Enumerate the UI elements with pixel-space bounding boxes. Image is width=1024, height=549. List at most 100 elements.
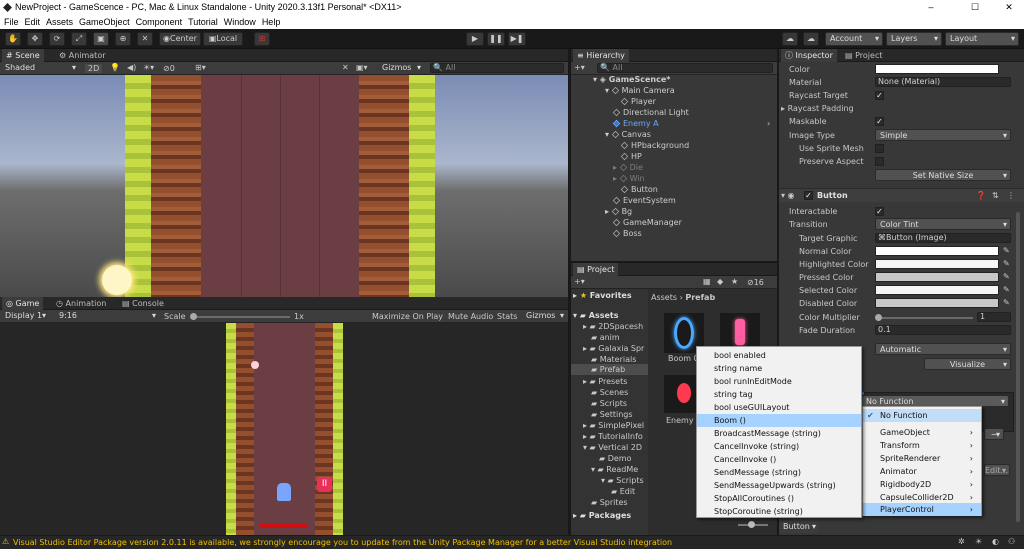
tools-icon[interactable]: ✕: [342, 63, 349, 72]
notification-icon[interactable]: ⚇: [1008, 537, 1015, 546]
menu-component[interactable]: Component: [136, 17, 183, 27]
eyedropper-icon[interactable]: ✎: [1003, 272, 1010, 281]
target-graphic-field[interactable]: ⌘Button (Image): [875, 233, 1011, 243]
tab-scene[interactable]: # Scene: [2, 49, 44, 62]
rotate-tool-icon[interactable]: ⟳: [49, 32, 65, 46]
favorite-icon[interactable]: ★: [731, 277, 738, 286]
transform-tool-icon[interactable]: ⊕: [115, 32, 131, 46]
raycast-padding-label[interactable]: ▸ Raycast Padding: [781, 104, 854, 113]
layout-dropdown[interactable]: Layout: [945, 32, 1019, 46]
step-button[interactable]: ▶❚: [508, 32, 526, 46]
list-item[interactable]: ▾ Main Camera: [605, 86, 675, 95]
filter-type-icon[interactable]: ▦: [703, 277, 711, 286]
remove-listener-button[interactable]: −: [984, 428, 1004, 441]
list-item[interactable]: EventSystem: [612, 196, 676, 205]
context-menu-icon[interactable]: ⋮: [1007, 191, 1015, 200]
preset-icon[interactable]: ⇅: [992, 191, 999, 200]
audio-icon[interactable]: ◀): [127, 63, 136, 72]
tab-console[interactable]: ▤ Console: [118, 297, 168, 310]
tab-hierarchy[interactable]: ≡ Hierarchy: [573, 49, 629, 62]
tab-project[interactable]: ▤ Project: [573, 263, 619, 276]
list-item[interactable]: Player: [620, 97, 656, 106]
tree-item[interactable]: ▰ Materials: [591, 355, 636, 364]
visualize-button[interactable]: Visualize: [924, 358, 1011, 371]
2d-toggle[interactable]: 2D: [85, 64, 103, 73]
menu-item-method[interactable]: StopCoroutine (string): [697, 505, 861, 518]
tree-item[interactable]: ▰ Demo: [599, 454, 631, 463]
pressed-color-field[interactable]: [875, 272, 999, 282]
list-item[interactable]: GameManager: [612, 218, 682, 227]
move-tool-icon[interactable]: ✥: [27, 32, 43, 46]
maximize-button[interactable]: ☐: [962, 0, 988, 15]
highlighted-color-field[interactable]: [875, 259, 999, 269]
account-dropdown[interactable]: Account: [825, 32, 883, 46]
navigation-dropdown[interactable]: Automatic: [875, 343, 1011, 356]
tree-item[interactable]: ▰ Sprites: [591, 498, 628, 507]
tree-item[interactable]: ▰ anim: [591, 333, 620, 342]
eyedropper-icon[interactable]: ✎: [1003, 298, 1010, 307]
eyedropper-icon[interactable]: ✎: [1003, 259, 1010, 268]
menu-item-boom[interactable]: Boom (): [697, 414, 861, 427]
aspect-dropdown[interactable]: 9:16: [55, 310, 159, 322]
tree-item[interactable]: ▰ Edit: [611, 487, 635, 496]
tree-item[interactable]: ▰ Scripts: [591, 399, 627, 408]
shading-dropdown[interactable]: Shaded: [1, 62, 79, 74]
use-sprite-mesh-checkbox[interactable]: [875, 144, 884, 153]
menu-tutorial[interactable]: Tutorial: [188, 17, 218, 27]
cloud-icon[interactable]: ☁: [803, 32, 819, 46]
camera-icon[interactable]: ▣▾: [356, 63, 368, 72]
menu-item-method[interactable]: StopAllCoroutines (): [697, 492, 861, 505]
list-item[interactable]: HP: [620, 152, 642, 161]
material-field[interactable]: None (Material): [875, 77, 1011, 87]
transition-dropdown[interactable]: Color Tint: [875, 218, 1011, 231]
progress-icon[interactable]: ◐: [992, 537, 999, 546]
set-native-size-button[interactable]: Set Native Size: [875, 169, 1011, 182]
tree-item[interactable]: ▸ ▰ Presets: [583, 377, 627, 386]
fade-duration-field[interactable]: 0.1: [875, 325, 1011, 335]
menu-help[interactable]: Help: [262, 17, 281, 27]
mute-audio-toggle[interactable]: Mute Audio: [448, 312, 493, 321]
tree-item[interactable]: ▾ ▰ Scripts: [601, 476, 644, 485]
hidden-count[interactable]: ⊘0: [163, 64, 175, 73]
list-item[interactable]: ▸ Bg: [605, 207, 632, 216]
menu-item-method[interactable]: bool useGUILayout: [697, 401, 861, 414]
play-button[interactable]: ▶: [466, 32, 484, 46]
edit-button[interactable]: Edit...: [984, 464, 1010, 477]
list-item[interactable]: Button: [620, 185, 658, 194]
menu-item-transform[interactable]: Transform: [863, 439, 981, 452]
menu-item-spriterenderer[interactable]: SpriteRenderer: [863, 452, 981, 465]
menu-edit[interactable]: Edit: [25, 17, 41, 27]
tree-item[interactable]: ▾ ▰ Vertical 2D: [583, 443, 642, 452]
collab-icon[interactable]: ☁: [782, 32, 798, 46]
create-icon[interactable]: +▾: [574, 63, 585, 72]
tree-item[interactable]: ▸ ▰ SimplePixel: [583, 421, 644, 430]
layers-dropdown[interactable]: Layers: [886, 32, 942, 46]
close-button[interactable]: ✕: [996, 0, 1022, 15]
selected-color-field[interactable]: [875, 285, 999, 295]
inspector-scrollbar[interactable]: [1016, 212, 1020, 522]
tree-item[interactable]: ▸ ▰ TutorialInfo: [583, 432, 643, 441]
debug-icon[interactable]: ✲: [958, 537, 965, 546]
list-item[interactable]: Directional Light: [612, 108, 689, 117]
tree-item-prefab[interactable]: ▰ Prefab: [571, 364, 648, 375]
list-item[interactable]: Enemy A: [612, 119, 659, 128]
tree-item[interactable]: ▸ ▰ Galaxia Spr: [583, 344, 644, 353]
expand-arrow-icon[interactable]: ›: [767, 119, 770, 128]
game-view[interactable]: II: [0, 323, 568, 535]
eyedropper-icon[interactable]: ✎: [1003, 285, 1010, 294]
tab-inspector[interactable]: ⓘ Inspector: [781, 49, 837, 62]
thumbnail-size-slider[interactable]: [738, 521, 768, 528]
scale-slider-thumb[interactable]: [190, 313, 197, 320]
scene-root[interactable]: ▾ ◈ GameScence*: [593, 75, 670, 84]
menu-item-method[interactable]: CancelInvoke (): [697, 453, 861, 466]
maskable-checkbox[interactable]: ✓: [875, 117, 884, 126]
menu-gameobject[interactable]: GameObject: [79, 17, 130, 27]
button-component-header[interactable]: ▾ ◉ ✓ Button ❓ ⇅ ⋮: [779, 188, 1024, 202]
menu-item-gameobject[interactable]: GameObject: [863, 426, 981, 439]
list-item[interactable]: ▸ Die: [613, 163, 643, 172]
list-item[interactable]: HPbackground: [620, 141, 689, 150]
eyedropper-icon[interactable]: ✎: [1003, 246, 1010, 255]
list-item[interactable]: Boss: [612, 229, 642, 238]
maximize-on-play-toggle[interactable]: Maximize On Play: [372, 312, 443, 321]
menu-item-playercontrol[interactable]: PlayerControl: [863, 503, 981, 516]
